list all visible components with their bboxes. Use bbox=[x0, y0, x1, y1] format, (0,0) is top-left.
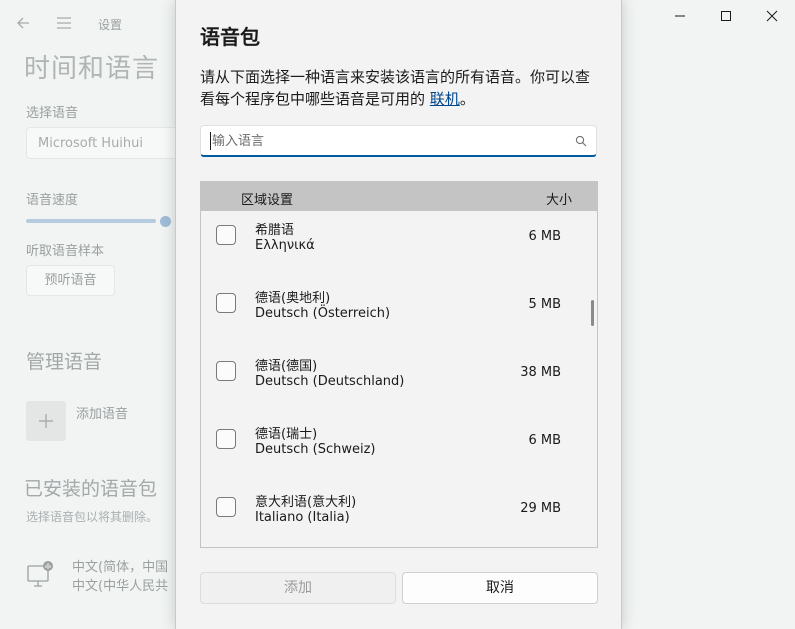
language-native-name: Ελληνικά bbox=[255, 238, 315, 253]
add-voice-button[interactable] bbox=[26, 401, 66, 441]
back-arrow-icon[interactable] bbox=[14, 13, 34, 33]
list-item[interactable]: 希腊语 Ελληνικά 6 MB bbox=[201, 211, 597, 279]
voice-pack-icon bbox=[27, 561, 53, 587]
language-name: 德语(德国) bbox=[255, 359, 318, 374]
list-header: 区域设置 大小 bbox=[201, 182, 597, 211]
language-native-name: Italiano (Italia) bbox=[255, 510, 350, 525]
language-native-name: Deutsch (Deutschland) bbox=[255, 374, 405, 389]
language-checkbox[interactable] bbox=[216, 429, 236, 449]
language-native-name: Deutsch (Schweiz) bbox=[255, 442, 376, 457]
close-window-button[interactable] bbox=[749, 0, 795, 32]
dialog-description: 请从下面选择一种语言来安装该语言的所有语音。你可以查看每个程序包中哪些语音是可用… bbox=[200, 66, 604, 110]
cancel-button[interactable]: 取消 bbox=[402, 572, 598, 604]
list-item[interactable]: 德语(奥地利) Deutsch (Österreich) 5 MB bbox=[201, 279, 597, 347]
app-title: 设置 bbox=[98, 18, 123, 32]
language-native-name: Deutsch (Österreich) bbox=[255, 306, 391, 321]
language-size: 6 MB bbox=[528, 433, 561, 448]
header-size: 大小 bbox=[545, 193, 572, 208]
speed-slider-track[interactable] bbox=[26, 219, 156, 223]
speed-label: 语音速度 bbox=[26, 193, 79, 208]
language-size: 38 MB bbox=[520, 365, 561, 380]
page-title: 时间和语言 bbox=[24, 54, 160, 84]
list-item[interactable]: 德语(瑞士) Deutsch (Schweiz) 6 MB bbox=[201, 415, 597, 483]
language-list[interactable]: 区域设置 大小 希腊语 Ελληνικά 6 MB 德语(奥地利) Deutsc… bbox=[200, 181, 598, 548]
list-item[interactable]: 意大利语(意大利) Italiano (Italia) 29 MB bbox=[201, 483, 597, 547]
minimize-button[interactable] bbox=[657, 0, 703, 32]
language-size: 29 MB bbox=[520, 501, 561, 516]
preview-voice-button[interactable]: 预听语音 bbox=[26, 265, 115, 296]
list-item[interactable]: 德语(德国) Deutsch (Deutschland) 38 MB bbox=[201, 347, 597, 415]
installed-item-line2[interactable]: 中文(中华人民共 bbox=[72, 575, 168, 594]
description-text: 请从下面选择一种语言来安装该语言的所有语音。你可以查看每个程序包中哪些语音是可用… bbox=[200, 68, 591, 108]
language-size: 5 MB bbox=[528, 297, 561, 312]
installed-item-line1[interactable]: 中文(简体，中国 bbox=[72, 556, 168, 575]
language-name: 德语(瑞士) bbox=[255, 427, 318, 442]
language-search-box[interactable] bbox=[200, 125, 597, 157]
header-region: 区域设置 bbox=[241, 193, 294, 208]
speed-slider-thumb[interactable] bbox=[160, 216, 171, 227]
language-name: 意大利语(意大利) bbox=[255, 495, 357, 510]
installed-voices-title: 已安装的语音包 bbox=[24, 478, 158, 500]
list-scrollbar-thumb[interactable] bbox=[591, 300, 594, 326]
maximize-icon bbox=[721, 11, 731, 21]
manage-voices-title: 管理语音 bbox=[26, 351, 103, 373]
language-checkbox[interactable] bbox=[216, 361, 236, 381]
voice-select[interactable]: Microsoft Huihui bbox=[26, 127, 186, 159]
language-search-input[interactable] bbox=[210, 132, 560, 150]
close-icon bbox=[766, 10, 778, 22]
plus-icon bbox=[39, 414, 53, 428]
voice-select-label: 选择语音 bbox=[26, 106, 79, 121]
language-checkbox[interactable] bbox=[216, 497, 236, 517]
maximize-button[interactable] bbox=[703, 0, 749, 32]
search-icon bbox=[575, 135, 587, 147]
language-checkbox[interactable] bbox=[216, 225, 236, 245]
installed-hint: 选择语音包以将其删除。 bbox=[26, 510, 159, 524]
language-checkbox[interactable] bbox=[216, 293, 236, 313]
add-button[interactable]: 添加 bbox=[200, 572, 396, 604]
language-size: 6 MB bbox=[528, 229, 561, 244]
sample-label: 听取语音样本 bbox=[26, 244, 105, 259]
minimize-icon bbox=[675, 15, 685, 17]
online-link[interactable]: 联机 bbox=[430, 90, 460, 108]
add-voice-label: 添加语音 bbox=[76, 407, 129, 422]
language-name: 希腊语 bbox=[255, 223, 295, 238]
language-name: 德语(奥地利) bbox=[255, 291, 331, 306]
hamburger-menu-icon[interactable] bbox=[55, 15, 73, 31]
dialog-title: 语音包 bbox=[200, 25, 260, 49]
voice-pack-dialog: 语音包 请从下面选择一种语言来安装该语言的所有语音。你可以查看每个程序包中哪些语… bbox=[175, 0, 622, 629]
description-end: 。 bbox=[459, 90, 475, 108]
